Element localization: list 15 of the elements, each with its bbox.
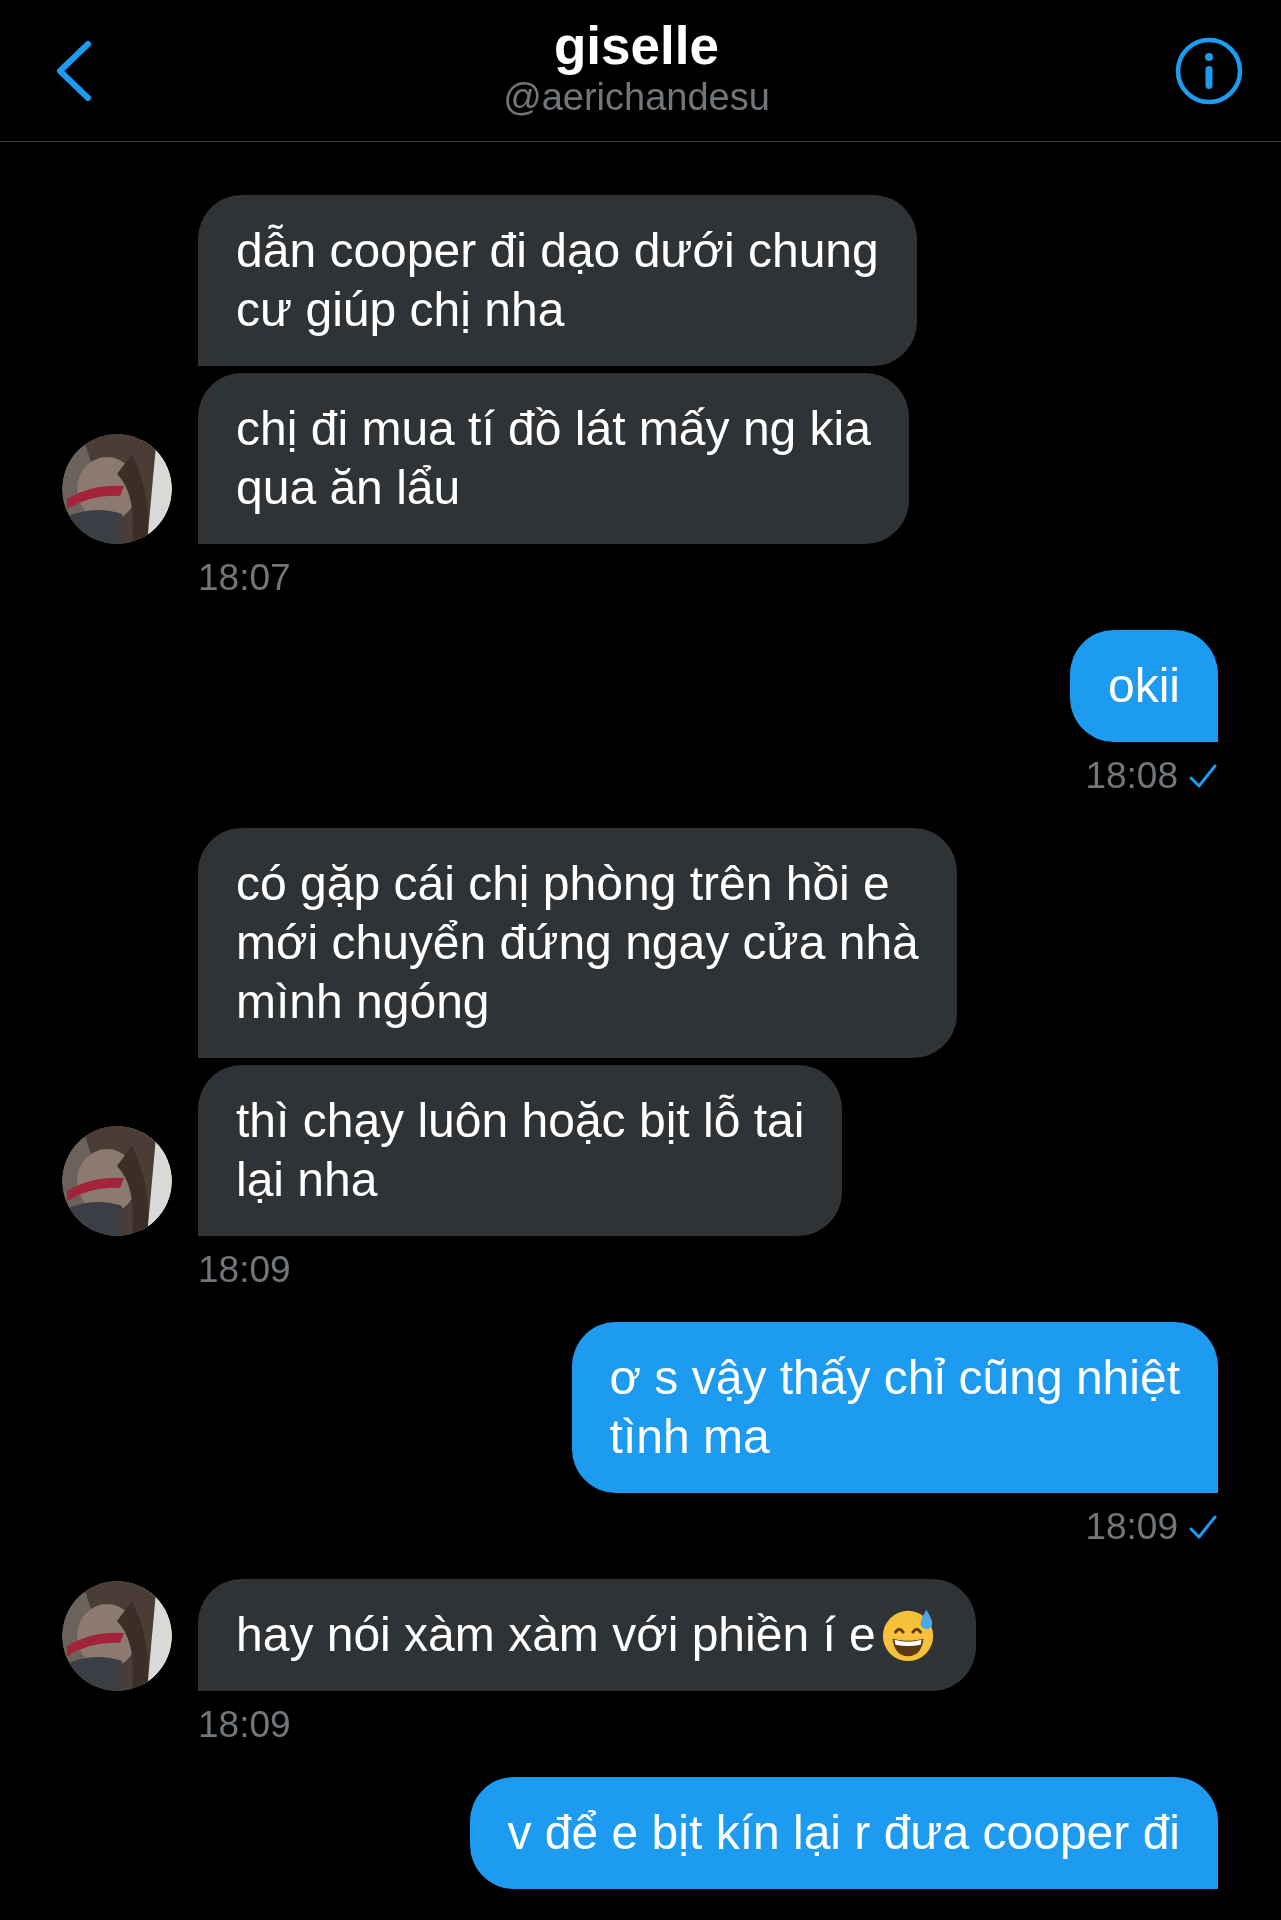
- message-bubble: okii: [1069, 630, 1218, 742]
- contact-handle: @aerichandesu: [503, 75, 770, 119]
- timestamp: 18:09: [1085, 1507, 1178, 1547]
- message-bubble: dẫn cooper đi dạo dưới chung cư giúp chị nha: [198, 195, 917, 366]
- message-bubble: hay nói xàm xàm với phiền í e: [198, 1579, 976, 1691]
- timestamp: 18:07: [198, 558, 291, 598]
- message-bubble: ơ s vậy thấy chỉ cũng nhiệt tình ma: [571, 1322, 1218, 1493]
- message-bubble: v để e bịt kín lại r đưa cooper đi: [469, 1777, 1218, 1889]
- message-bubble: chị đi mua tí đồ lát mấy ng kia qua ăn lẩu: [198, 373, 909, 544]
- timestamp: 18:09: [198, 1705, 291, 1745]
- message-bubble: thì chạy luôn hoặc bịt lỗ tai lại nha: [198, 1065, 843, 1236]
- contact-name: giselle: [554, 16, 719, 75]
- message-bubble: có gặp cái chị phòng trên hồi e mới chuyển đứng ngay cửa nhà mình ngóng: [198, 828, 957, 1058]
- timestamp: 18:08: [1085, 756, 1178, 796]
- timestamp: 18:09: [198, 1250, 291, 1290]
